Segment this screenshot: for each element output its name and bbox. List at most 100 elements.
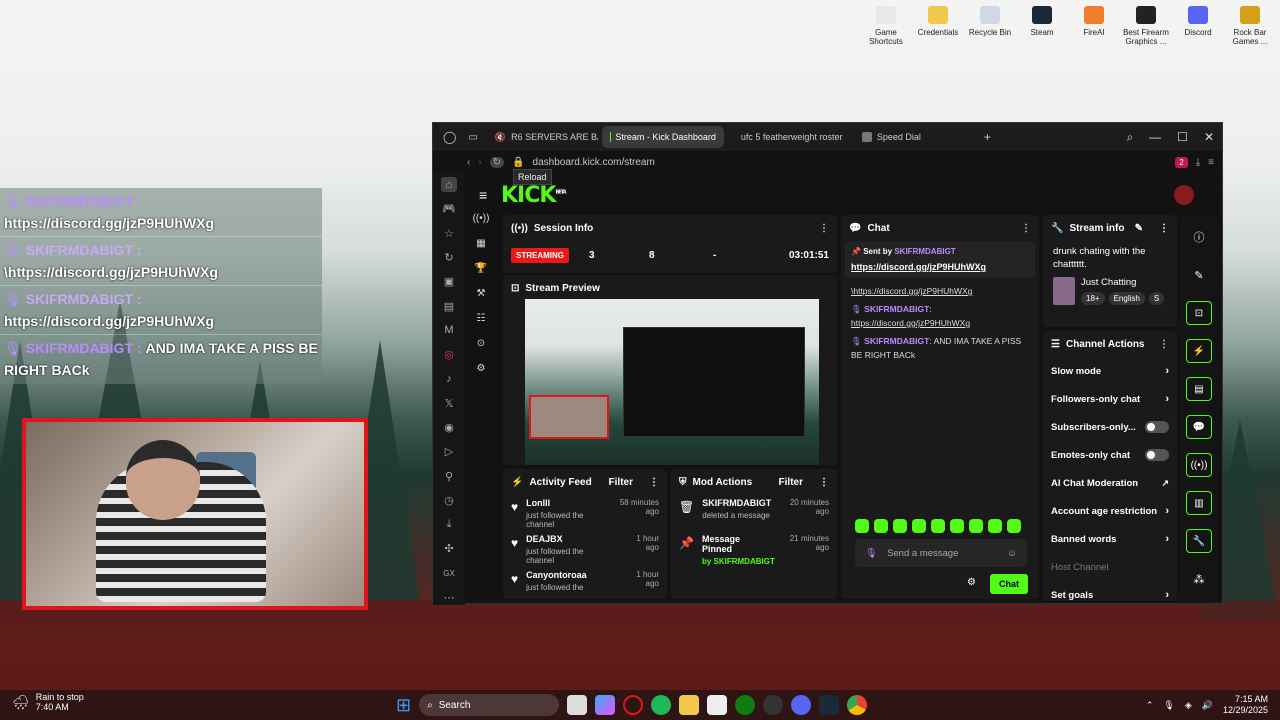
emote-icon[interactable] xyxy=(988,519,1002,533)
host-channel-action[interactable]: Host Channel xyxy=(1043,553,1177,581)
followers-only-action[interactable]: Followers-only chat › xyxy=(1043,385,1177,413)
desktop-icon[interactable]: Credentials xyxy=(914,4,962,46)
desktop-icon[interactable]: FireAI xyxy=(1070,4,1118,46)
trophy-icon[interactable]: 🏆 xyxy=(475,263,487,274)
follower-name[interactable]: DEAJBX xyxy=(526,534,613,544)
copilot-icon[interactable] xyxy=(595,695,616,715)
clock-icon[interactable]: ◷ xyxy=(441,493,457,508)
mod-actor[interactable]: SKIFRMDABIGT xyxy=(702,498,771,508)
gamepad-icon[interactable]: 🎮 xyxy=(441,201,457,216)
broadcast-icon[interactable]: ((•)) xyxy=(1186,453,1212,477)
tab-speed-dial[interactable]: Speed Dial xyxy=(854,126,964,148)
discord-icon[interactable]: ◉ xyxy=(441,420,457,435)
forward-icon[interactable]: › xyxy=(478,157,481,168)
task-view-icon[interactable] xyxy=(567,695,588,715)
chrome-icon[interactable] xyxy=(847,695,868,715)
wrench-icon[interactable]: 🔧 xyxy=(1186,529,1212,553)
ai-moderation-action[interactable]: AI Chat Moderation ↗ xyxy=(1043,469,1177,497)
taskbar-search[interactable]: ⌕ Search xyxy=(419,694,560,716)
emote-icon[interactable] xyxy=(912,519,926,533)
filter-button[interactable]: Filter xyxy=(779,477,803,488)
tab-list-icon[interactable]: ▭ xyxy=(468,132,477,143)
chat-settings-icon[interactable]: ⚙ xyxy=(967,577,976,588)
desktop-icon[interactable]: Recycle Bin xyxy=(966,4,1014,46)
opera-gx-icon[interactable] xyxy=(623,695,644,715)
target-icon[interactable]: ⊙ xyxy=(477,338,485,349)
file-explorer-icon[interactable] xyxy=(679,695,700,715)
more-options-icon[interactable]: ⋮ xyxy=(819,223,829,234)
layout-icon[interactable]: ▥ xyxy=(1186,491,1212,515)
category-name[interactable]: Just Chatting xyxy=(1081,277,1164,288)
more-options-icon[interactable]: ⋮ xyxy=(649,477,659,488)
document-icon[interactable]: ▤ xyxy=(1186,377,1212,401)
more-icon[interactable]: ⋯ xyxy=(441,590,457,605)
info-icon[interactable]: ⓘ xyxy=(1186,225,1212,249)
history-icon[interactable]: ↻ xyxy=(441,250,457,265)
more-options-icon[interactable]: ⋮ xyxy=(1021,223,1031,234)
tab-ufc[interactable]: ufc 5 featherweight roster xyxy=(728,126,850,148)
pin-icon[interactable]: ⚲ xyxy=(441,468,457,483)
mod-actor[interactable]: Message Pinned xyxy=(702,534,752,554)
edit-icon[interactable]: ✎ xyxy=(1135,223,1143,234)
player-icon[interactable]: ▷ xyxy=(441,444,457,459)
network-icon[interactable]: ◈ xyxy=(1185,700,1192,711)
bag-icon[interactable]: ▣ xyxy=(441,274,457,289)
tiktok-icon[interactable]: ♪ xyxy=(441,371,457,386)
clock[interactable]: 7:15 AM 12/29/2025 xyxy=(1223,694,1268,716)
subscribers-only-toggle[interactable] xyxy=(1145,421,1169,433)
analytics-icon[interactable]: ▦ xyxy=(476,238,485,249)
emotes-only-toggle[interactable] xyxy=(1145,449,1169,461)
emote-icon[interactable] xyxy=(931,519,945,533)
account-age-action[interactable]: Account age restriction › xyxy=(1043,497,1177,525)
chat-send-button[interactable]: Chat xyxy=(990,574,1028,594)
kick-logo[interactable]: KICKBETA xyxy=(501,183,567,208)
extensions-icon[interactable]: ✣ xyxy=(441,541,457,556)
steam-icon[interactable] xyxy=(819,695,840,715)
download-icon[interactable]: ⤓ xyxy=(1196,157,1200,168)
filter-button[interactable]: Filter xyxy=(609,477,633,488)
share-icon[interactable]: ⁂ xyxy=(1186,567,1212,591)
instagram-icon[interactable]: ◎ xyxy=(441,347,457,362)
tab-kick-dashboard[interactable]: Stream - Kick Dashboard xyxy=(601,126,724,148)
emote-icon[interactable] xyxy=(855,519,869,533)
more-options-icon[interactable]: ⋮ xyxy=(819,477,829,488)
set-goals-action[interactable]: Set goals › xyxy=(1043,581,1177,601)
opera-logo-icon[interactable]: ◯ xyxy=(443,130,456,144)
mod-icon[interactable]: ⚒ xyxy=(477,288,486,299)
banned-words-action[interactable]: Banned words › xyxy=(1043,525,1177,553)
downloads-icon[interactable]: ⤓ xyxy=(441,517,457,532)
spotify-icon[interactable] xyxy=(651,695,672,715)
back-icon[interactable]: ‹ xyxy=(467,157,470,168)
more-options-icon[interactable]: ⋮ xyxy=(1159,339,1169,350)
gmail-icon[interactable]: M xyxy=(441,323,457,338)
new-tab-icon[interactable]: + xyxy=(984,130,991,144)
tab-r6[interactable]: 🔇 R6 SERVERS ARE BACK xyxy=(482,126,598,148)
search-tabs-icon[interactable]: ⌕ xyxy=(1126,130,1133,145)
pencil-icon[interactable]: ✎ xyxy=(1186,263,1212,287)
emote-icon[interactable] xyxy=(893,519,907,533)
community-icon[interactable]: ☷ xyxy=(477,313,486,324)
weather-widget[interactable]: 🌧 Rain to stop 7:40 AM xyxy=(12,692,84,712)
pinned-link[interactable]: https://discord.gg/jzP9HUhWXg xyxy=(851,262,1029,272)
more-options-icon[interactable]: ⋮ xyxy=(1159,223,1169,234)
volume-icon[interactable]: 🔊 xyxy=(1202,700,1213,711)
settings-icon[interactable]: ⚙ xyxy=(477,363,486,374)
lightning-icon[interactable]: ⚡ xyxy=(1186,339,1212,363)
menu-icon[interactable]: ≡ xyxy=(1208,157,1214,168)
chat-text[interactable]: https://discord.gg/jzP9HUhWXg xyxy=(851,318,970,328)
follower-name[interactable]: Canyontoroaa xyxy=(526,570,613,580)
reload-icon[interactable]: ↻ xyxy=(489,156,505,168)
windows-start-icon[interactable]: ⊞ xyxy=(396,695,411,716)
chat-input[interactable]: 🎙 Send a message ☺ xyxy=(855,539,1027,567)
obs-icon[interactable] xyxy=(763,695,784,715)
stream-nav-icon[interactable]: ((•)) xyxy=(473,213,490,224)
microphone-icon[interactable]: 🎙 xyxy=(1163,700,1174,711)
x-icon[interactable]: 𝕏 xyxy=(441,396,457,411)
xbox-icon[interactable] xyxy=(735,695,756,715)
close-icon[interactable]: ✕ xyxy=(1204,130,1214,145)
hamburger-icon[interactable]: ≡ xyxy=(479,187,487,203)
pinned-message[interactable]: 📌 Sent by SKIFRMDABIGT https://discord.g… xyxy=(845,241,1035,278)
emote-icon[interactable] xyxy=(950,519,964,533)
extension-badge[interactable]: 2 xyxy=(1175,156,1188,168)
chat-user[interactable]: SKIFRMDABIGT xyxy=(864,304,929,314)
